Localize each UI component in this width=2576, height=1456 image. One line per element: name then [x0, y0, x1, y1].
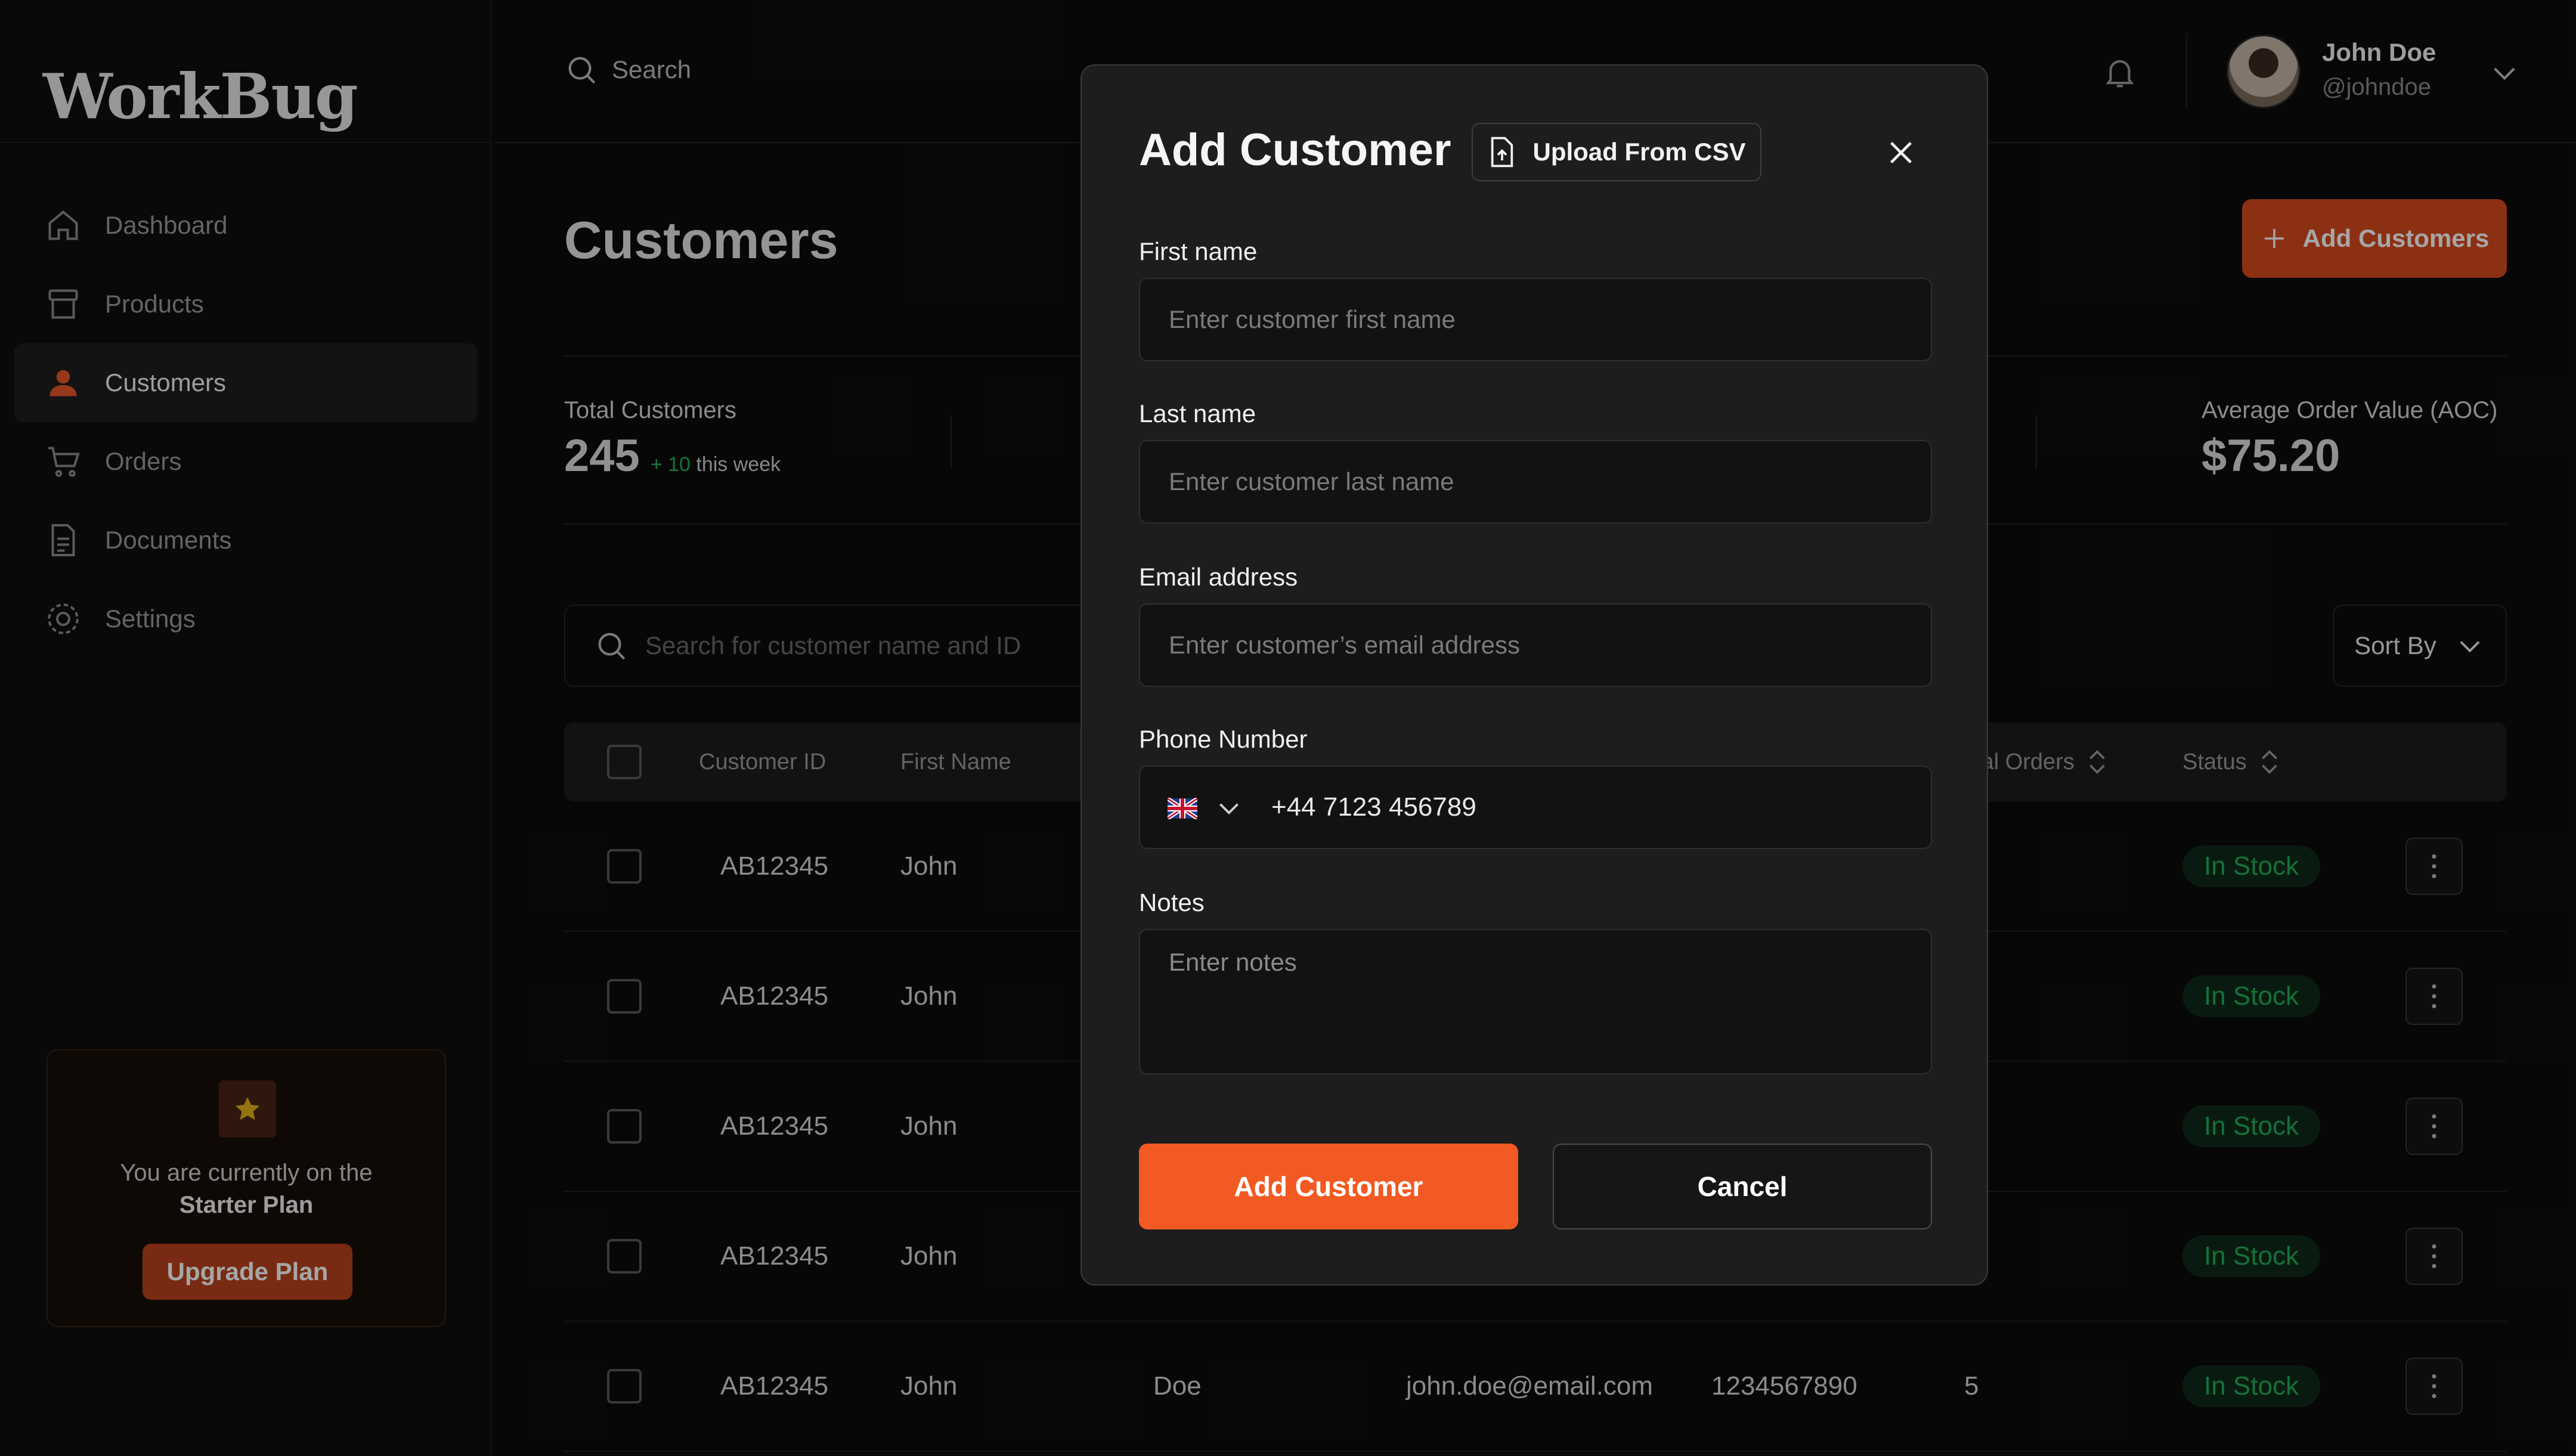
- country-chevron-icon[interactable]: [1214, 793, 1244, 823]
- first-name-field[interactable]: [1139, 278, 1932, 361]
- upload-csv-label: Upload From CSV: [1532, 138, 1746, 166]
- first-name-label: First name: [1139, 237, 1258, 265]
- cancel-button[interactable]: Cancel: [1553, 1144, 1932, 1229]
- file-upload-icon: [1487, 135, 1517, 169]
- last-name-label: Last name: [1139, 399, 1256, 427]
- email-field[interactable]: [1139, 603, 1932, 687]
- add-customer-modal: Add Customer Upload From CSV First name …: [1080, 64, 1988, 1285]
- upload-csv-button[interactable]: Upload From CSV: [1472, 123, 1761, 181]
- email-label: Email address: [1139, 563, 1298, 591]
- phone-number-input[interactable]: [1270, 767, 1914, 848]
- add-customer-button[interactable]: Add Customer: [1139, 1144, 1518, 1229]
- modal-title: Add Customer: [1139, 125, 1451, 175]
- notes-label: Notes: [1139, 888, 1205, 916]
- phone-label: Phone Number: [1139, 725, 1308, 753]
- notes-field[interactable]: [1139, 929, 1932, 1074]
- phone-field[interactable]: [1139, 766, 1932, 849]
- close-icon[interactable]: [1877, 129, 1925, 176]
- uk-flag-icon: [1168, 798, 1197, 819]
- last-name-field[interactable]: [1139, 440, 1932, 523]
